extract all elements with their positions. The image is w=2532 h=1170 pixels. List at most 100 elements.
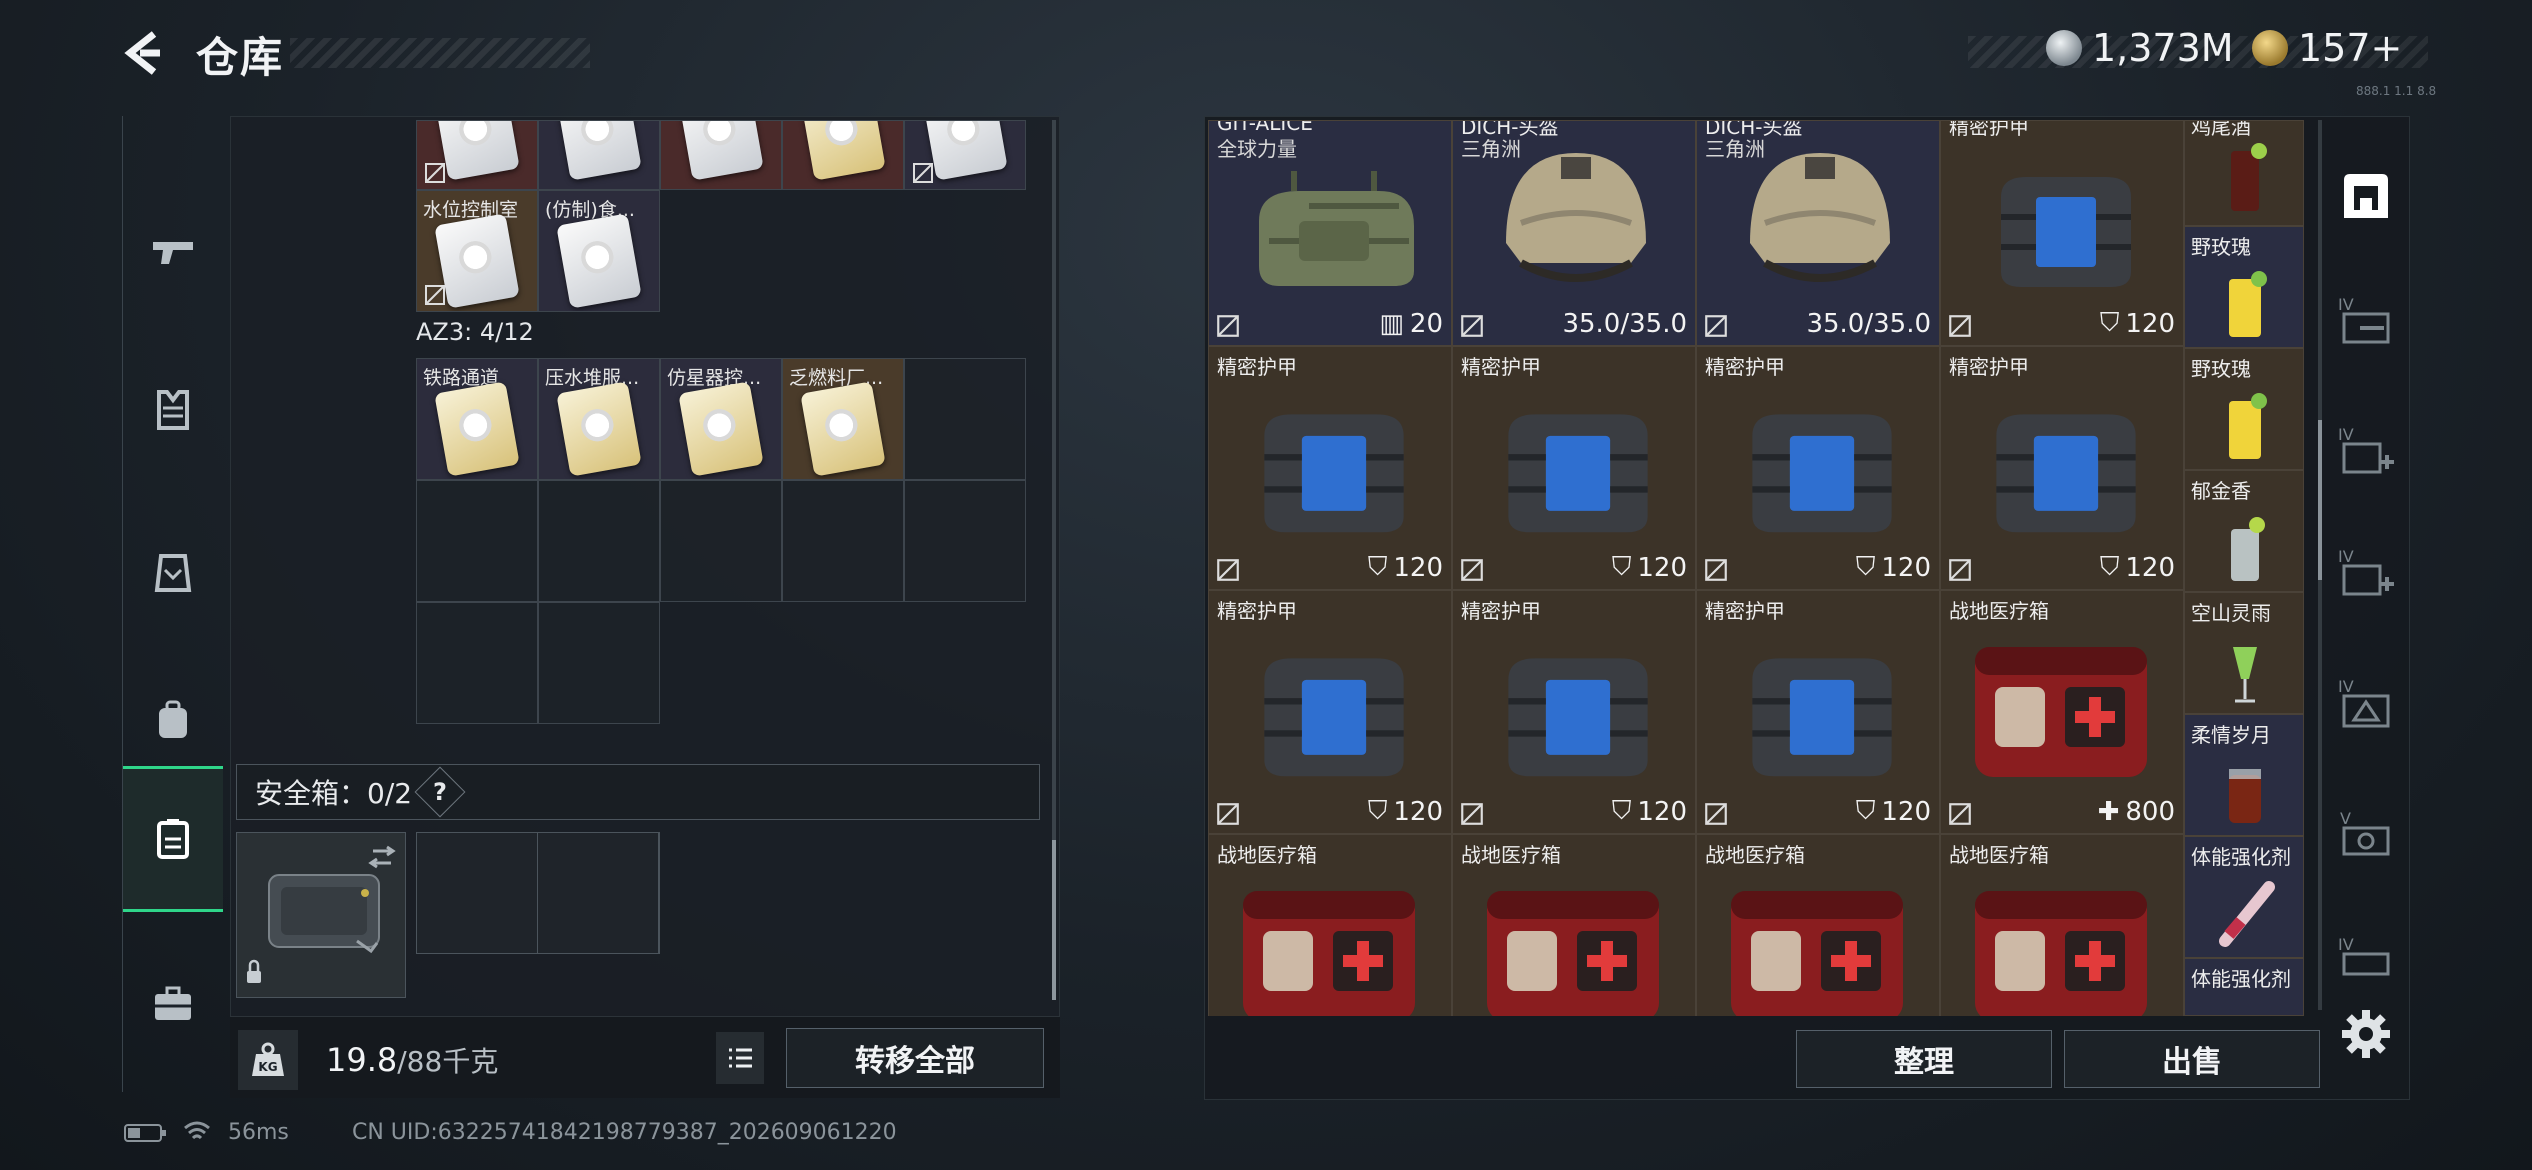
helmet-icon (1506, 153, 1646, 282)
warehouse-item-armor[interactable]: 精密护甲 ⛉ 120 (1696, 346, 1940, 590)
warehouse-item-armor[interactable]: 精密护甲 ⛉ 120 (1940, 346, 2184, 590)
az3-empty-slot[interactable] (416, 602, 538, 724)
medkit-icon (1243, 891, 1415, 1016)
medkit-icon (1975, 647, 2147, 777)
container-item[interactable] (782, 120, 904, 190)
tier4-heal-icon: IV (2338, 547, 2394, 596)
warehouse-item-armor[interactable]: 精密护甲 ⛉ 120 (1940, 120, 2184, 346)
warehouse-scroll-thumb[interactable] (2318, 420, 2322, 580)
category-tier5[interactable]: V (2324, 780, 2408, 892)
category-tier4-heal[interactable]: IV (2324, 518, 2408, 630)
warehouse-item-medkit[interactable]: 战地医疗箱 (1940, 834, 2184, 1016)
warehouse-item-medkit[interactable]: 战地医疗箱 (1452, 834, 1696, 1016)
container-item[interactable] (416, 120, 538, 190)
az3-empty-slot[interactable] (416, 480, 538, 602)
category-tier4-ammo[interactable]: IV (2324, 648, 2408, 760)
az3-item[interactable]: 乏燃料厂... (782, 358, 904, 480)
list-view-button[interactable] (716, 1032, 764, 1084)
az3-empty-slot[interactable] (538, 480, 660, 602)
az3-item[interactable]: 铁路通道 (416, 358, 538, 480)
warehouse-item-drink[interactable]: 鸡尾酒 (2184, 120, 2304, 226)
warehouse-item-drink[interactable]: 野玫瑰 (2184, 348, 2304, 470)
no-transfer-icon (1461, 315, 1483, 337)
warehouse-item-medkit[interactable]: 战地医疗箱 (1696, 834, 1940, 1016)
sort-button[interactable]: 整理 (1796, 1030, 2052, 1088)
item-name: 野玫瑰 (2191, 235, 2251, 259)
help-button[interactable]: ? (414, 766, 466, 818)
tier4-ammo-icon: IV (2338, 677, 2390, 728)
shield-icon: ⛉ (1611, 796, 1632, 826)
container-scrollbar[interactable] (1052, 120, 1056, 1000)
category-all[interactable] (2324, 140, 2408, 252)
warehouse-item-backpack[interactable]: GIT-ALICE 全球力量 ▥ 20 (1208, 120, 1452, 346)
settings-button[interactable] (2338, 1006, 2394, 1062)
safebox-empty-slots[interactable] (416, 832, 660, 954)
item-name: 战地医疗箱 (1705, 843, 1805, 867)
category-tier4-misc[interactable]: IV (2324, 906, 2408, 1018)
warehouse-item-medkit[interactable]: 战地医疗箱 (1208, 834, 1452, 1016)
tier4-gun-icon: IV (2338, 295, 2390, 344)
nav-weapons[interactable] (123, 182, 223, 322)
item-name: 郁金香 (2191, 479, 2251, 503)
warehouse-scrollbar[interactable] (2318, 120, 2322, 1010)
nav-armor[interactable] (123, 340, 223, 480)
warehouse-item-stim[interactable]: 体能强化剂 (2184, 836, 2304, 958)
warehouse-category-tabs: IV IV IV IV V IV (2324, 120, 2408, 1020)
warehouse-item-drink[interactable]: 郁金香 (2184, 470, 2304, 592)
az3-item[interactable]: 压水堆服... (538, 358, 660, 480)
warehouse-item-armor[interactable]: 精密护甲 ⛉ 120 (1452, 346, 1696, 590)
az3-empty-slot[interactable] (904, 480, 1026, 602)
container-item[interactable] (538, 120, 660, 190)
safebox-container-slot[interactable] (236, 832, 406, 998)
back-button[interactable] (120, 28, 170, 78)
capacity-badge: ▥ 20 (1379, 309, 1443, 339)
all-items-icon (2344, 174, 2388, 218)
container-item[interactable] (904, 120, 1026, 190)
az3-empty-slot[interactable] (904, 358, 1026, 480)
keycard-replica[interactable]: (仿制)食... (538, 190, 660, 312)
badge-value: 20 (1409, 309, 1443, 339)
sell-button[interactable]: 出售 (2064, 1030, 2320, 1088)
az3-empty-slot[interactable] (782, 480, 904, 602)
nav-safebox[interactable] (123, 766, 223, 912)
svg-text:IV: IV (2338, 295, 2354, 314)
tier5-icon: V (2340, 809, 2390, 856)
az3-empty-slot[interactable] (538, 602, 660, 724)
cocktail-glass-icon (2233, 647, 2257, 703)
warehouse-item-armor[interactable]: 精密护甲 ⛉ 120 (1452, 590, 1696, 834)
category-tier4-weapon[interactable]: IV (2324, 266, 2408, 378)
warehouse-item-medkit[interactable]: 战地医疗箱 ✚ 800 (1940, 590, 2184, 834)
transfer-all-button[interactable]: 转移全部 (786, 1028, 1044, 1088)
backpack-icon (159, 700, 187, 738)
syringe-icon (2219, 881, 2275, 947)
uid-text: CN UID:6322574184219877​9387_20260906122… (352, 1120, 897, 1145)
item-name: 精密护甲 (1705, 355, 1785, 379)
warehouse-item-armor[interactable]: 精密护甲 ⛉ 120 (1696, 590, 1940, 834)
page-title: 仓库 (196, 33, 285, 82)
warehouse-item-drink[interactable]: 空山灵雨 (2184, 592, 2304, 714)
warehouse-item-drink[interactable]: 柔情岁月 (2184, 714, 2304, 836)
gold-triangle-icon (2252, 30, 2288, 66)
warehouse-item-armor[interactable]: 精密护甲 ⛉ 120 (1208, 346, 1452, 590)
warehouse-item-helmet[interactable]: DICH-头盔 三角洲 35.0/35.0 (1696, 120, 1940, 346)
keycard-water-control[interactable]: 水位控制室 (416, 190, 538, 312)
az3-grid: 铁路通道 压水堆服... 仿星器控... 乏燃料厂... (416, 358, 1026, 724)
warehouse-item-drink[interactable]: 野玫瑰 (2184, 226, 2304, 348)
container-scroll-thumb[interactable] (1052, 840, 1056, 1000)
item-name: 精密护甲 (1949, 120, 2029, 139)
currency-b[interactable]: 157+ (2252, 22, 2402, 74)
warehouse-item-stim[interactable]: 体能强化剂 (2184, 958, 2304, 1016)
container-item[interactable] (660, 120, 782, 190)
rig-icon (154, 554, 192, 592)
badge-value: 120 (1881, 552, 1931, 583)
warehouse-item-helmet[interactable]: DICH-头盔 三角洲 35.0/35.0 (1452, 120, 1696, 346)
shield-icon: ⛉ (1855, 796, 1876, 826)
warehouse-item-armor[interactable]: 精密护甲 ⛉ 120 (1208, 590, 1452, 834)
az3-empty-slot[interactable] (660, 480, 782, 602)
nav-chest-rig[interactable] (123, 502, 223, 642)
nav-toolbox[interactable] (123, 934, 223, 1074)
az3-item[interactable]: 仿星器控... (660, 358, 782, 480)
category-tier4-medkit[interactable]: IV (2324, 396, 2408, 508)
item-name: 精密护甲 (1949, 355, 2029, 379)
plus-icon: ✚ (2097, 797, 2120, 827)
